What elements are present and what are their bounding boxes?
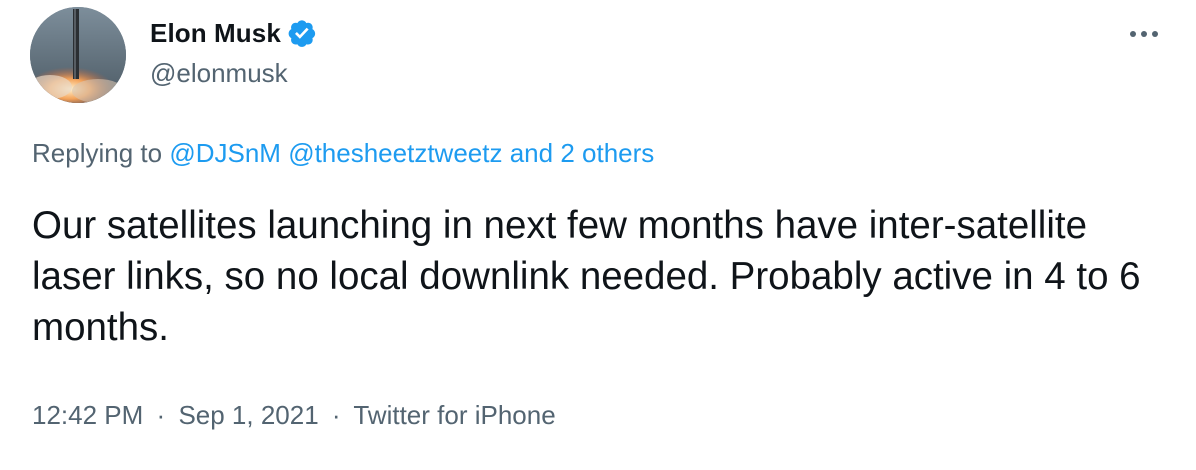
more-horizontal-icon — [1130, 31, 1158, 37]
tweet-date[interactable]: Sep 1, 2021 — [178, 400, 318, 430]
author-handle[interactable]: @elonmusk — [150, 58, 288, 89]
tweet-card: Elon Musk @elonmusk Replying to @DJSnM @… — [0, 0, 1196, 470]
rocket-launch-image — [30, 7, 126, 103]
author-display-name[interactable]: Elon Musk — [150, 18, 281, 49]
meta-separator: · — [331, 400, 341, 430]
reply-mention-others[interactable]: and 2 others — [510, 138, 655, 168]
replying-to-label: Replying to — [32, 138, 163, 168]
verified-badge-icon — [287, 18, 317, 48]
more-options-button[interactable] — [1124, 16, 1164, 52]
tweet-meta: 12:42 PM · Sep 1, 2021 · Twitter for iPh… — [32, 400, 556, 431]
meta-separator: · — [156, 400, 166, 430]
reply-mention-thesheetztweetz[interactable]: @thesheetztweetz — [288, 138, 502, 168]
reply-mention-djsnm[interactable]: @DJSnM — [169, 138, 281, 168]
tweet-source[interactable]: Twitter for iPhone — [353, 400, 555, 430]
avatar[interactable] — [30, 7, 126, 103]
replying-to-line: Replying to @DJSnM @thesheetztweetz and … — [32, 138, 654, 169]
tweet-body-text: Our satellites launching in next few mon… — [32, 204, 1141, 349]
author-name-row: Elon Musk — [150, 16, 317, 50]
tweet-time[interactable]: 12:42 PM — [32, 400, 143, 430]
